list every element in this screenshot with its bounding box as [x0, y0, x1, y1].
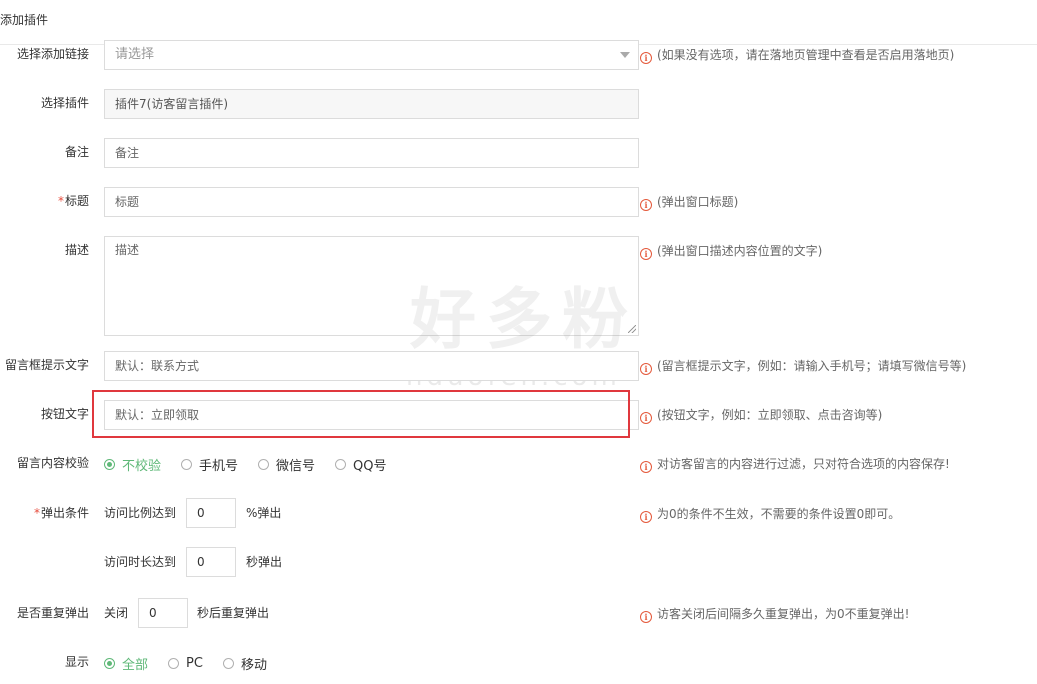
popup-condition-hint: i 为0的条件不生效，不需要的条件设置0即可。 [640, 507, 900, 523]
button-text-hint: i (按钮文字，例如：立即领取、点击咨询等) [640, 408, 882, 424]
radio-selected-icon [104, 459, 115, 470]
description-placeholder: 描述 [115, 243, 140, 257]
radio-unselected-icon [168, 658, 180, 669]
plugin-field: 插件7(访客留言插件) [104, 89, 639, 119]
remark-input[interactable]: 备注 [104, 138, 639, 168]
info-circle-icon: i [640, 363, 652, 375]
message-prompt-input[interactable]: 默认：联系方式 [104, 351, 639, 381]
info-circle-icon: i [640, 461, 652, 473]
watermark-logo: 好多粉 [410, 281, 638, 358]
repeat-popup-label: 是否重复弹出 [16, 606, 89, 620]
radio-qq[interactable]: QQ号 [335, 455, 387, 474]
required-mark: * [33, 506, 40, 520]
info-circle-icon: i [640, 511, 652, 523]
info-circle-icon: i [640, 412, 652, 424]
radio-unselected-icon [181, 459, 193, 470]
radio-display-pc[interactable]: PC [168, 656, 203, 671]
validation-radio-group: 不校验 手机号 微信号 QQ号 [104, 455, 387, 474]
radio-unselected-icon [258, 459, 270, 470]
popup-condition-label: *弹出条件 [33, 506, 89, 520]
validation-hint: i 对访客留言的内容进行过滤，只对符合选项的内容保存! [640, 457, 950, 473]
ratio-suffix: %弹出 [246, 506, 282, 520]
radio-wechat[interactable]: 微信号 [258, 455, 315, 474]
description-hint: i (弹出窗口描述内容位置的文字) [640, 244, 822, 260]
repeat-seconds-input[interactable]: 0 [138, 598, 188, 628]
info-circle-icon: i [640, 52, 652, 64]
button-text-label: 按钮文字 [40, 407, 89, 421]
repeat-popup-hint: i 访客关闭后间隔多久重复弹出，为0不重复弹出! [640, 607, 909, 623]
description-label: 描述 [64, 243, 89, 257]
link-hint: i (如果没有选项，请在落地页管理中查看是否启用落地页) [640, 48, 954, 64]
radio-selected-icon [104, 658, 115, 669]
chevron-down-icon [620, 52, 630, 58]
radio-no-validation[interactable]: 不校验 [104, 455, 161, 474]
highlight-box [92, 390, 630, 438]
radio-display-mobile[interactable]: 移动 [222, 654, 267, 673]
link-label: 选择添加链接 [16, 47, 89, 61]
ratio-prefix: 访问比例达到 [104, 506, 177, 520]
title-label: *标题 [57, 194, 89, 208]
page-title: 添加插件 [0, 13, 49, 27]
validation-label: 留言内容校验 [16, 456, 89, 470]
required-mark: * [57, 194, 64, 208]
radio-phone[interactable]: 手机号 [181, 455, 238, 474]
title-input[interactable]: 标题 [104, 187, 639, 217]
repeat-prefix: 关闭 [104, 606, 129, 620]
duration-prefix: 访问时长达到 [104, 555, 177, 569]
message-prompt-label: 留言框提示文字 [4, 358, 89, 372]
duration-input[interactable]: 0 [186, 547, 236, 577]
radio-unselected-icon [222, 658, 234, 669]
message-prompt-hint: i (留言框提示文字，例如：请输入手机号；请填写微信号等) [640, 359, 966, 375]
remark-label: 备注 [64, 145, 89, 159]
duration-suffix: 秒弹出 [246, 555, 283, 569]
info-circle-icon: i [640, 248, 652, 260]
link-select-placeholder: 请选择 [115, 47, 155, 62]
plugin-label: 选择插件 [40, 96, 89, 110]
display-label: 显示 [64, 655, 89, 669]
info-circle-icon: i [640, 199, 652, 211]
link-select[interactable]: 请选择 [104, 40, 639, 70]
repeat-suffix: 秒后重复弹出 [197, 606, 270, 620]
display-radio-group: 全部 PC 移动 [104, 654, 267, 673]
info-circle-icon: i [640, 611, 652, 623]
radio-display-all[interactable]: 全部 [104, 654, 148, 673]
ratio-input[interactable]: 0 [186, 498, 236, 528]
title-hint: i (弹出窗口标题) [640, 195, 738, 211]
radio-unselected-icon [335, 459, 347, 470]
